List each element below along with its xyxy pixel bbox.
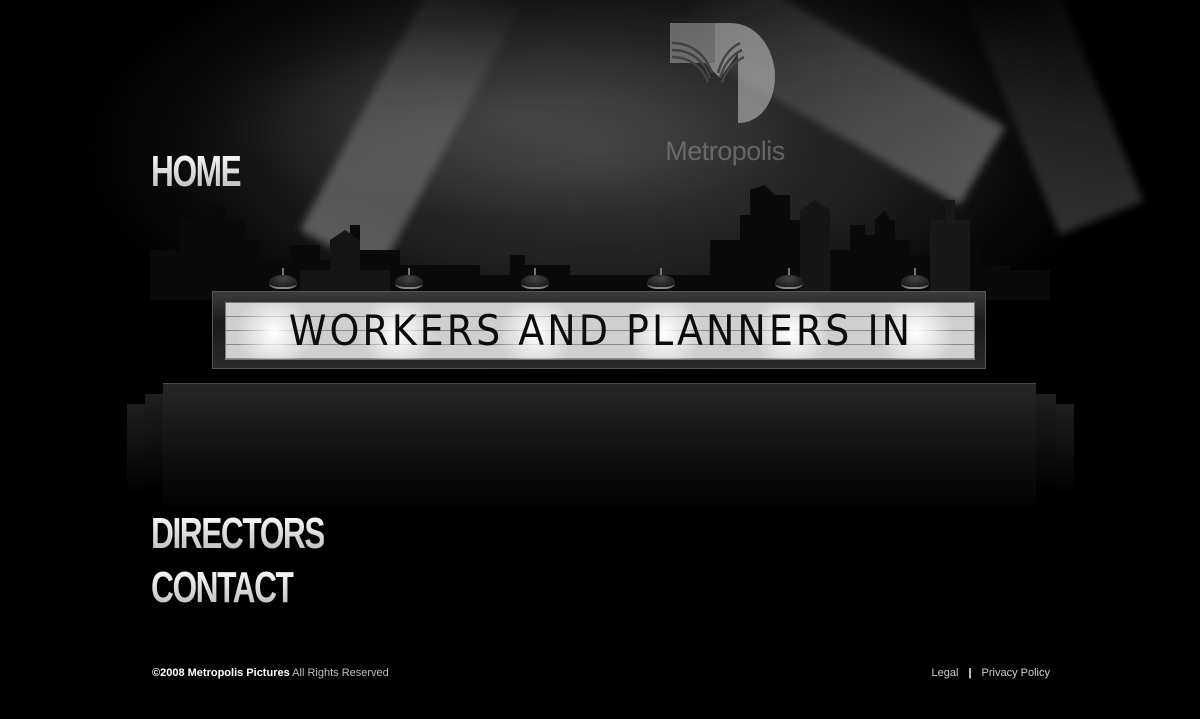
footer-copyright: ©2008 Metropolis Pictures All Rights Res… — [152, 667, 389, 679]
marquee-lamp — [647, 275, 675, 289]
marquee-lamp — [395, 275, 423, 289]
marquee-text: Workers and Planners in Harmony — [288, 306, 914, 359]
marquee-lamp — [521, 275, 549, 289]
page: Metropolis HOME Workers and Planners in … — [0, 0, 1200, 719]
privacy-policy-link[interactable]: Privacy Policy — [982, 667, 1050, 679]
marquee-board: Workers and Planners in Harmony — [225, 302, 975, 360]
metropolis-logo[interactable]: Metropolis — [660, 18, 790, 168]
nav-directors-link[interactable]: DIRECTORS — [151, 512, 325, 556]
marquee-lamp — [901, 275, 929, 289]
copyright-owner: ©2008 Metropolis Pictures — [152, 667, 290, 679]
stage-step-left-outer — [127, 404, 145, 504]
nav-home-link[interactable]: HOME — [151, 150, 242, 194]
footer-separator: | — [968, 667, 972, 679]
marquee-lamp — [775, 275, 803, 289]
legal-link[interactable]: Legal — [932, 667, 959, 679]
marquee-sign: Workers and Planners in Harmony — [212, 291, 986, 369]
logo-wordmark: Metropolis — [665, 136, 785, 166]
copyright-rights: All Rights Reserved — [292, 667, 389, 679]
content-panel — [163, 383, 1036, 513]
metropolis-emblem-icon — [670, 23, 775, 123]
marquee-lamp — [269, 275, 297, 289]
nav-contact-link[interactable]: CONTACT — [151, 566, 295, 610]
stage-step-right-inner — [1036, 394, 1056, 504]
stage-step-right-outer — [1056, 404, 1074, 504]
stage-step-left-inner — [145, 394, 163, 504]
footer-links: Legal | Privacy Policy — [932, 667, 1050, 679]
